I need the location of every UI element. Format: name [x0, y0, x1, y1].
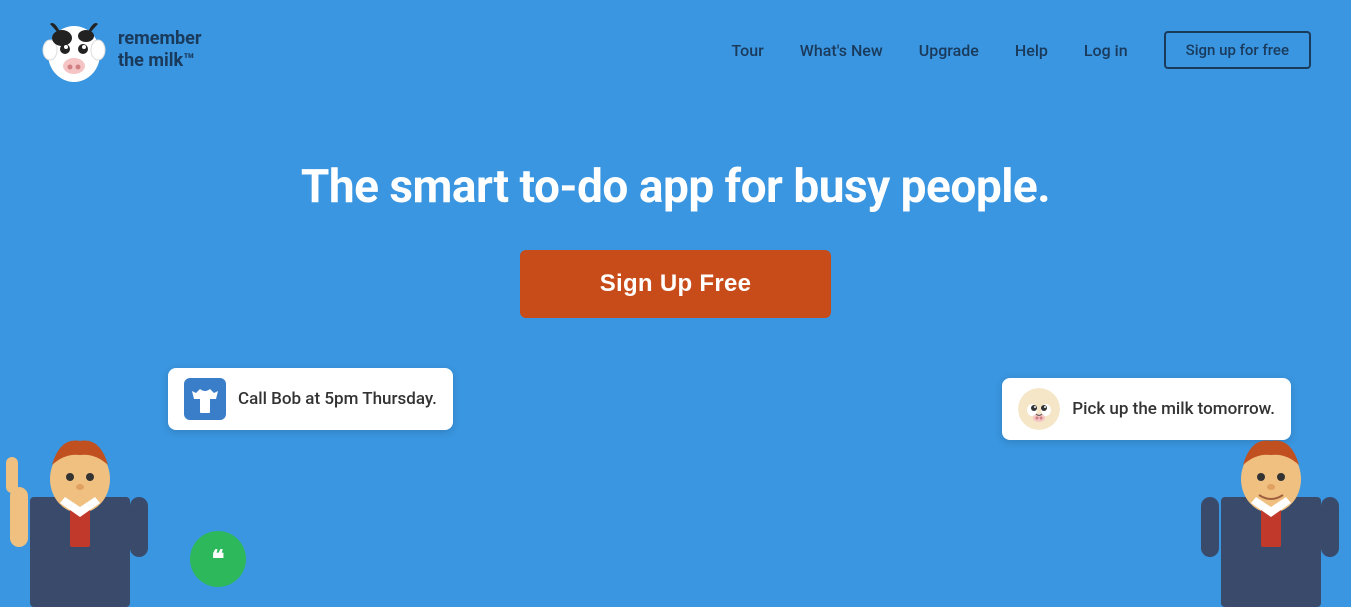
logo-text: remember the milk™ [118, 28, 202, 71]
person-left-svg [0, 407, 160, 607]
nav-whats-new[interactable]: What's New [800, 41, 883, 60]
nav-tour[interactable]: Tour [732, 41, 764, 60]
bubble-right-icon [1018, 388, 1060, 430]
nav-login[interactable]: Log in [1084, 41, 1128, 60]
character-left [0, 407, 160, 607]
bubble-left: Call Bob at 5pm Thursday. [168, 368, 453, 430]
person-shirt-icon [192, 385, 218, 413]
bubble-left-icon [184, 378, 226, 420]
cow-emoji-icon [1018, 388, 1060, 430]
hero-headline: The smart to-do app for busy people. [301, 160, 1050, 214]
notification-bubbles: Call Bob at 5pm Thursday. Pick up the mi… [0, 368, 1351, 468]
signup-cta-button[interactable]: Sign Up Free [520, 250, 832, 318]
nav-help[interactable]: Help [1015, 41, 1048, 60]
speech-bubble-green: ❝ [190, 531, 246, 587]
nav-signup-button[interactable]: Sign up for free [1164, 31, 1311, 69]
hero-section: The smart to-do app for busy people. Sig… [0, 100, 1351, 318]
person-right-svg [1191, 407, 1351, 607]
bubble-left-text: Call Bob at 5pm Thursday. [238, 389, 437, 409]
logo[interactable]: remember the milk™ [40, 16, 202, 84]
main-nav: Tour What's New Upgrade Help Log in Sign… [732, 31, 1312, 69]
cow-logo-icon [40, 16, 108, 84]
nav-upgrade[interactable]: Upgrade [919, 41, 979, 60]
character-right [1191, 407, 1351, 607]
